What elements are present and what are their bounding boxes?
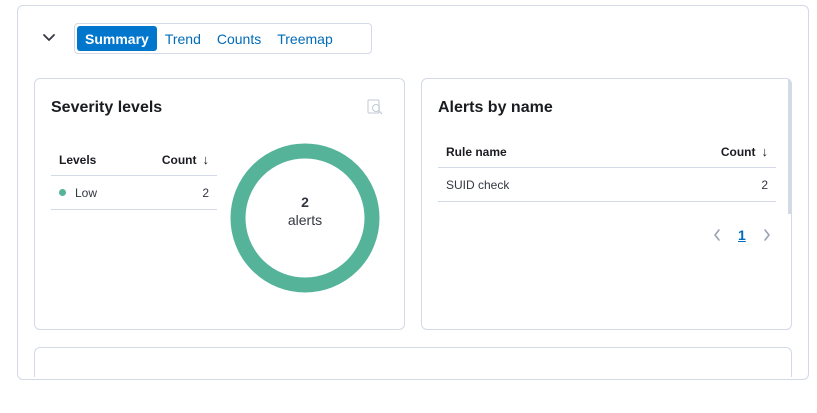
tab-counts[interactable]: Counts bbox=[209, 26, 269, 51]
sort-descending-icon: ↓ bbox=[761, 144, 769, 159]
table-row: Low 2 bbox=[51, 176, 217, 210]
column-header-count-label: Count bbox=[720, 144, 756, 159]
tab-trend[interactable]: Trend bbox=[157, 26, 209, 51]
severity-card-title: Severity levels bbox=[51, 99, 163, 116]
pagination: 1 bbox=[710, 225, 774, 245]
previous-page-button[interactable] bbox=[710, 228, 724, 242]
severity-color-dot-icon bbox=[59, 189, 66, 196]
column-header-levels[interactable]: Levels bbox=[51, 153, 154, 167]
severity-level-label[interactable]: Low bbox=[75, 186, 97, 200]
inspect-icon[interactable] bbox=[366, 98, 384, 116]
severity-table-header: Levels Count ↓ bbox=[51, 144, 217, 176]
column-header-count[interactable]: Count ↓ bbox=[713, 144, 776, 159]
severity-level-cell: Low bbox=[51, 186, 194, 200]
donut-alert-count: 2 bbox=[301, 194, 309, 210]
rule-count-cell: 2 bbox=[761, 177, 768, 192]
donut-center-label: 2 alerts bbox=[230, 194, 380, 228]
alerts-table-header: Rule name Count ↓ bbox=[438, 136, 776, 168]
column-header-count[interactable]: Count ↓ bbox=[154, 152, 217, 167]
view-tab-group: Summary Trend Counts Treemap bbox=[74, 23, 372, 54]
tab-summary[interactable]: Summary bbox=[77, 26, 157, 51]
chevron-right-icon bbox=[763, 229, 770, 241]
donut-alert-label: alerts bbox=[287, 212, 323, 228]
page-number-button[interactable]: 1 bbox=[734, 227, 750, 243]
severity-count-cell: 2 bbox=[202, 185, 209, 200]
alerts-card-title: Alerts by name bbox=[438, 99, 553, 116]
collapse-toggle-button[interactable] bbox=[38, 27, 60, 49]
tab-treemap[interactable]: Treemap bbox=[269, 26, 341, 51]
chevron-left-icon bbox=[714, 229, 720, 241]
chevron-down-icon bbox=[43, 34, 55, 41]
column-header-count-label: Count bbox=[161, 152, 197, 167]
alerts-by-name-table: Rule name Count ↓ SUID check 2 bbox=[438, 136, 776, 202]
next-section-card bbox=[34, 347, 792, 377]
severity-table: Levels Count ↓ Low 2 bbox=[51, 144, 217, 210]
severity-levels-card: Severity levels Levels Count ↓ Low 2 2 a bbox=[34, 78, 405, 330]
sort-descending-icon: ↓ bbox=[202, 152, 210, 167]
table-row: SUID check 2 bbox=[438, 168, 776, 202]
card-scrollbar[interactable] bbox=[788, 79, 791, 214]
next-page-button[interactable] bbox=[760, 228, 774, 242]
alerts-by-name-card: Alerts by name Rule name Count ↓ SUID ch… bbox=[421, 78, 792, 330]
rule-name-cell[interactable]: SUID check bbox=[438, 178, 753, 192]
column-header-rule-name[interactable]: Rule name bbox=[438, 145, 713, 159]
